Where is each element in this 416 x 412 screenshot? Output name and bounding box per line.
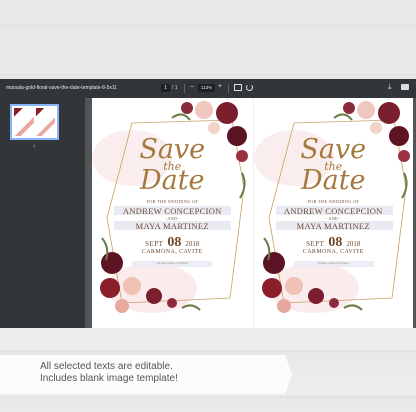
banner-line-2: Includes blank image template!: [40, 373, 178, 384]
wedding-of-label: FOR THE WEDDING OF: [146, 199, 199, 204]
wedding-place: CARMONA, CAVITE: [141, 249, 203, 255]
formal-invite-note: formal invite to follow: [156, 261, 188, 265]
page-number-input[interactable]: 1: [161, 84, 170, 92]
formal-invite-note: formal invite to follow: [317, 261, 349, 265]
page-thumbnail[interactable]: [10, 104, 59, 140]
save-the-date-card: Save the Date FOR THE WEDDING OF ANDREW …: [92, 98, 253, 328]
date-year: 2018: [346, 240, 361, 248]
zoom-out-button[interactable]: −: [190, 84, 194, 91]
thumbnail-right-card: [35, 108, 55, 136]
fit-page-icon[interactable]: [234, 84, 242, 91]
thumbnail-page-number: 1: [33, 143, 36, 148]
toolbar-divider: [184, 84, 185, 93]
banner-line-1: All selected texts are editable.: [40, 361, 173, 372]
zoom-in-button[interactable]: +: [218, 83, 222, 91]
date-month: SEPT: [145, 240, 164, 248]
date-year: 2018: [185, 240, 200, 248]
date-day: 08: [328, 235, 343, 250]
thumbnail-left-card: [14, 108, 34, 136]
bride-name: MAYA MARTINEZ: [296, 221, 370, 231]
toolbar-divider: [228, 84, 229, 93]
page-separator: /: [172, 85, 174, 91]
zoom-level-input[interactable]: 113%: [198, 84, 215, 92]
groom-name: ANDREW CONCEPCION: [122, 206, 222, 216]
viewer-toolbar: marsala-gold-floral-save-the-date-templa…: [0, 79, 416, 98]
banner-text: All selected texts are editable. Include…: [40, 361, 178, 385]
date-title: Date: [300, 165, 366, 196]
pdf-page: Save the Date FOR THE WEDDING OF ANDREW …: [92, 98, 413, 328]
thumbnail-sidebar: 1: [0, 98, 85, 328]
print-icon[interactable]: [401, 84, 409, 90]
rotate-icon[interactable]: [246, 84, 253, 91]
date-day: 08: [167, 235, 182, 250]
date-title: Date: [139, 165, 205, 196]
wedding-place: CARMONA, CAVITE: [302, 249, 364, 255]
groom-name: ANDREW CONCEPCION: [283, 206, 383, 216]
save-title: Save: [300, 134, 367, 165]
total-pages: 1: [174, 85, 178, 91]
bride-name: MAYA MARTINEZ: [135, 221, 209, 231]
pdf-viewer: marsala-gold-floral-save-the-date-templa…: [0, 79, 416, 328]
save-the-date-card: Save the Date FOR THE WEDDING OF ANDREW …: [252, 98, 414, 328]
page-count: / 1: [172, 85, 178, 91]
wedding-of-label: FOR THE WEDDING OF: [307, 199, 360, 204]
file-title: marsala-gold-floral-save-the-date-templa…: [6, 85, 118, 91]
download-icon[interactable]: ⤓: [388, 83, 392, 91]
save-title: Save: [139, 134, 206, 165]
date-month: SEPT: [306, 240, 325, 248]
